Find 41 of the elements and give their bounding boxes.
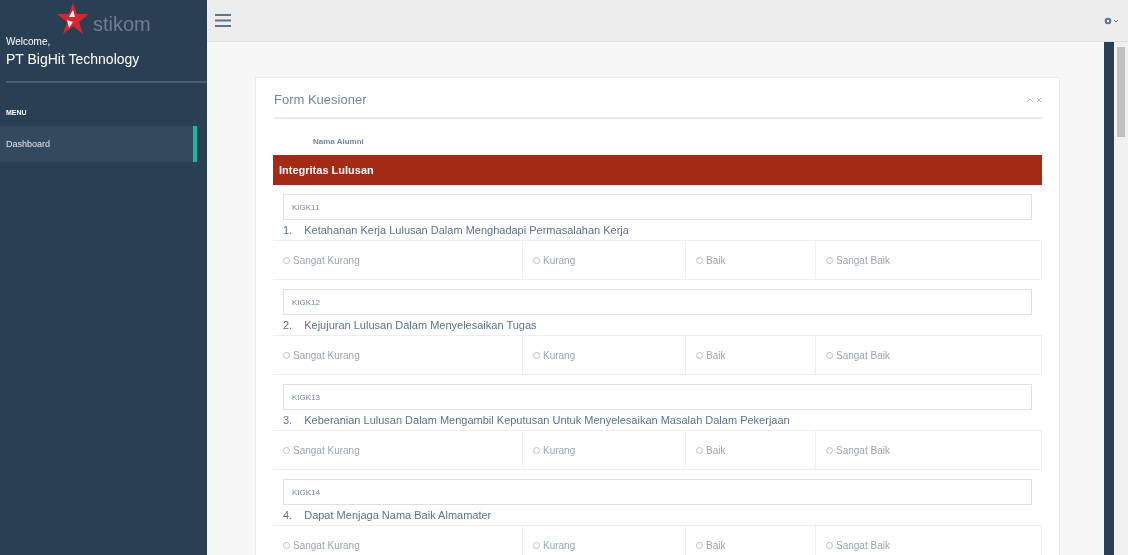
radio-option[interactable]: Kurang [523,241,686,279]
star-logo-icon [55,2,91,36]
code-field[interactable]: KIGK13 [283,384,1032,410]
code-field[interactable]: KIGK11 [283,194,1032,220]
radio-option[interactable]: Sangat Kurang [273,336,523,374]
radio-option[interactable]: Kurang [523,336,686,374]
section-header: Integritas Lulusan [273,155,1042,185]
scrollbar-thumb[interactable] [1117,47,1125,137]
radio-option[interactable]: Baik [686,526,816,555]
radio-option[interactable]: Sangat Baik [816,241,1042,279]
radio-option[interactable]: Baik [686,241,816,279]
welcome-text: Welcome, [5,36,52,47]
question-number: 1. [283,224,293,236]
radio-option[interactable]: Sangat Baik [816,336,1042,374]
radio-option[interactable]: Baik [686,336,816,374]
question-text: Kejujuran Lulusan Dalam Menyelesaikan Tugas [304,319,537,331]
menu-icon[interactable] [215,14,231,27]
settings-icon[interactable] [1104,15,1118,26]
radio-option[interactable]: Sangat Kurang [273,241,523,279]
radio-option[interactable]: Sangat Baik [816,431,1042,469]
panel-title: Form Kuesioner [274,92,367,107]
question-text: Dapat Menjaga Nama Baik Almamater [304,509,492,521]
collapse-close-icons[interactable] [1026,95,1042,104]
radio-option[interactable]: Kurang [523,431,686,469]
radio-option[interactable]: Baik [686,431,816,469]
question-number: 4. [283,509,293,521]
user-name: PT BigHit Technology [5,50,141,67]
question-text: Ketahanan Kerja Lulusan Dalam Menghadapi Permasalahan Kerja [304,224,629,236]
sidebar-item[interactable]: Dashboard [0,126,197,162]
scrollbar[interactable] [1114,42,1128,555]
question-text: Keberanian Lulusan Dalam Mengambil Keputusan Untuk Menyelesaikan Masalah Dalam Pekerjaan [304,414,790,426]
code-field[interactable]: KIGK12 [283,289,1032,315]
question-number: 2. [283,319,293,331]
radio-option[interactable]: Kurang [523,526,686,555]
field-label: Nama Alumni [313,137,365,146]
radio-option[interactable]: Sangat Kurang [273,431,523,469]
question-number: 3. [283,414,293,426]
radio-option[interactable]: Sangat Baik [816,526,1042,555]
logo-text: stikom [93,13,151,36]
code-field[interactable]: KIGK14 [283,479,1032,505]
radio-option[interactable]: Sangat Kurang [273,526,523,555]
